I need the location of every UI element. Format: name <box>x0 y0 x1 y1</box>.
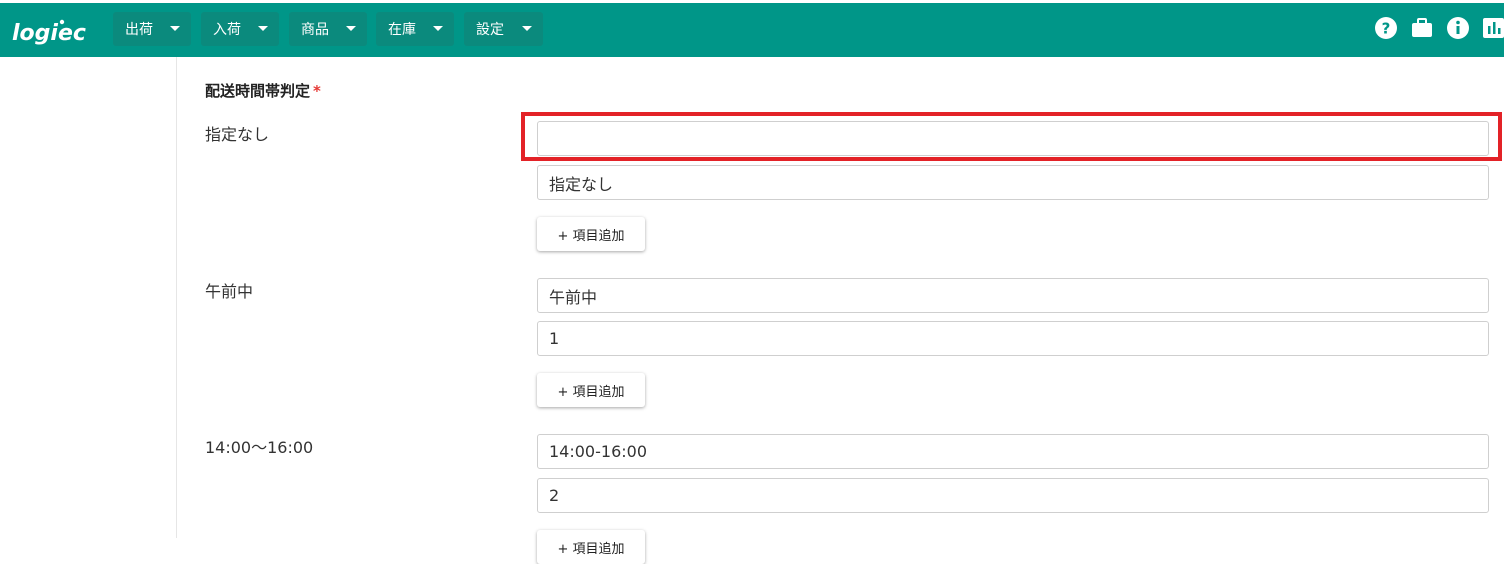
section-title: 配送時間帯判定 * <box>205 80 321 101</box>
nav-inventory-menu[interactable]: 在庫 <box>376 12 454 46</box>
add-item-button[interactable]: + 項目追加 <box>537 217 645 251</box>
nav-shipping-label: 出荷 <box>125 22 153 38</box>
morning-value-input[interactable] <box>537 321 1489 356</box>
help-icon[interactable]: ? <box>1374 16 1398 40</box>
nav-products-label: 商品 <box>301 22 329 38</box>
group-label-unspecified: 指定なし <box>205 125 270 144</box>
caret-down-icon <box>522 26 532 31</box>
add-item-button[interactable]: + 項目追加 <box>537 530 645 564</box>
sidebar <box>0 57 177 538</box>
unspecified-value-input[interactable] <box>537 165 1489 200</box>
briefcase-icon[interactable] <box>1410 16 1434 40</box>
chart-icon[interactable] <box>1482 16 1504 40</box>
nav-inventory-label: 在庫 <box>388 22 416 38</box>
unspecified-key-input[interactable] <box>537 121 1489 156</box>
caret-down-icon <box>346 26 356 31</box>
svg-text:?: ? <box>1382 20 1391 38</box>
caret-down-icon <box>170 26 180 31</box>
top-navbar: logiec 出荷 入荷 商品 在庫 設定 ? <box>0 0 1504 57</box>
time-14-16-value-input[interactable] <box>537 478 1489 513</box>
caret-down-icon <box>433 26 443 31</box>
required-mark: * <box>313 82 321 100</box>
morning-key-input[interactable] <box>537 278 1489 313</box>
section-title-text: 配送時間帯判定 <box>205 82 311 100</box>
nav-shipping-menu[interactable]: 出荷 <box>113 12 191 46</box>
add-item-button[interactable]: + 項目追加 <box>537 373 645 407</box>
nav-receiving-label: 入荷 <box>213 22 241 38</box>
nav-settings-label: 設定 <box>476 22 504 38</box>
nav-products-menu[interactable]: 商品 <box>289 12 367 46</box>
nav-receiving-menu[interactable]: 入荷 <box>201 12 279 46</box>
info-icon[interactable] <box>1446 16 1470 40</box>
caret-down-icon <box>258 26 268 31</box>
logiec-logo[interactable]: logiec <box>10 16 98 48</box>
group-label-14-16: 14:00〜16:00 <box>205 438 314 457</box>
time-14-16-key-input[interactable] <box>537 434 1489 469</box>
group-label-morning: 午前中 <box>205 282 254 301</box>
nav-settings-menu[interactable]: 設定 <box>464 12 543 46</box>
logo-text: logiec <box>12 21 86 46</box>
